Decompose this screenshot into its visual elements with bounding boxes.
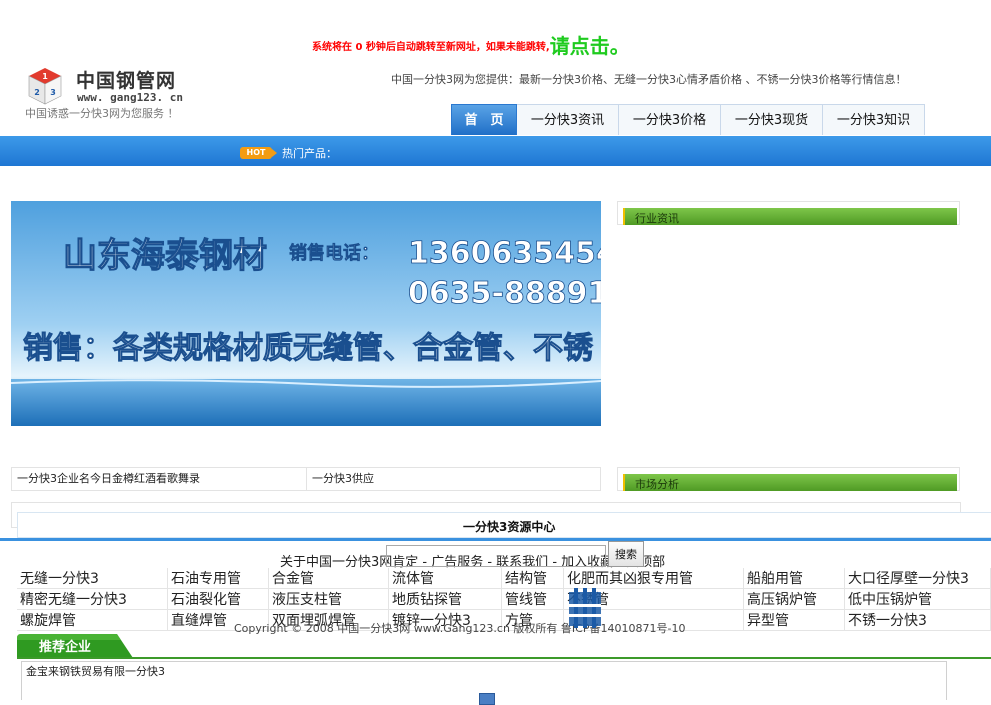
logo-cube-icon: 1 2 3 (28, 68, 62, 105)
site-logo[interactable]: 1 2 3 中国钢管网 www. gang123. cn 中国诱惑一分快3网为您… (24, 64, 199, 124)
product-link[interactable]: 无缝一分快3 (17, 568, 168, 589)
redirect-notice: 系统将在 0 秒钟后自动跳转至新网址，如果未能跳转,请点击。 (312, 30, 630, 59)
search-input[interactable] (386, 545, 606, 567)
redirect-notice-text: 系统将在 0 秒钟后自动跳转至新网址，如果未能跳转, (312, 42, 550, 53)
product-link[interactable]: 低中压锅炉管 (844, 588, 991, 610)
tab-home[interactable]: 首 页 (451, 104, 517, 135)
market-analysis-title[interactable]: 市场分析 (635, 476, 679, 492)
product-link[interactable]: 螺旋焊管 (17, 609, 168, 631)
product-link[interactable]: 不锈一分快3 (844, 609, 991, 631)
banner-phone-1: 13606354546 (408, 236, 601, 271)
copyright-text: Copyright © 2008 中国一分快3网 www.Gang123.cn … (234, 622, 686, 635)
banner-company: 山东海泰钢材 (63, 236, 267, 276)
product-link[interactable]: 合金管 (268, 568, 389, 589)
search-button[interactable]: 搜索 (608, 541, 644, 567)
hot-products-bar: HOT 热门产品： (0, 136, 991, 166)
logo-cube-number-3: 3 (50, 88, 56, 97)
recommend-box: 金宝来钢铁贸易有限一分快3 (21, 661, 947, 705)
supply-left-link[interactable]: 一分快3企业名今日金樽红酒看歌舞录 (17, 468, 200, 490)
redirect-click-link[interactable]: 请点击 (550, 34, 610, 58)
product-link[interactable]: 大口径厚壁一分快3 (844, 568, 991, 589)
icp-badge-icon[interactable] (566, 586, 604, 630)
resource-divider (0, 538, 991, 541)
banner-sales: 销售：各类规格材质无缝管、合金管、不锈 (23, 331, 593, 366)
product-link[interactable]: 石油专用管 (167, 568, 269, 589)
recommend-company-link[interactable]: 金宝来钢铁贸易有限一分快3 (26, 663, 165, 679)
tab-prices[interactable]: 一分快3价格 (619, 104, 721, 135)
supply-right-link[interactable]: 一分快3供应 (312, 468, 374, 490)
product-link[interactable]: 流体管 (388, 568, 502, 589)
recommend-tab[interactable]: 推荐企业 (17, 634, 133, 658)
hot-badge: HOT (240, 147, 277, 159)
tab-knowledge[interactable]: 一分快3知识 (823, 104, 925, 135)
tab-stock[interactable]: 一分快3现货 (721, 104, 823, 135)
product-link[interactable]: 液压支柱管 (268, 588, 389, 610)
product-link[interactable]: 精密无缝一分快3 (17, 588, 168, 610)
tab-news[interactable]: 一分快3资讯 (517, 104, 619, 135)
table-row: 精密无缝一分快3 石油裂化管 液压支柱管 地质钻探管 管线管 不锈管 高压锅炉管… (17, 588, 991, 610)
banner-image: 山东海泰钢材 销售电话： 13606354546 0635-8889148 销售… (11, 201, 601, 426)
product-link[interactable]: 结构管 (501, 568, 564, 589)
resource-header: 一分快3资源中心 (17, 512, 991, 538)
redirect-period: 。 (609, 34, 630, 58)
banner-phone-label: 销售电话： (289, 242, 379, 264)
supply-demand-row: 一分快3企业名今日金樽红酒看歌舞录 一分快3供应 (11, 467, 601, 491)
industry-news-box: 行业资讯 (617, 201, 960, 225)
logo-cube-number-2: 2 (34, 88, 40, 97)
hot-products-label: 热门产品： (282, 147, 337, 160)
supply-divider (306, 468, 307, 490)
banner-phone-2: 0635-8889148 (408, 276, 601, 311)
product-link[interactable]: 异型管 (743, 609, 845, 631)
logo-slogan: 中国诱惑一分快3网为您服务 ！ (25, 107, 179, 120)
product-link[interactable]: 高压锅炉管 (743, 588, 845, 610)
product-link[interactable]: 石油裂化管 (167, 588, 269, 610)
resource-title: 一分快3资源中心 (463, 520, 556, 534)
main-nav: 首 页 一分快3资讯 一分快3价格 一分快3现货 一分快3知识 (451, 104, 925, 136)
recommend-divider (17, 657, 991, 659)
ad-banner[interactable]: 山东海泰钢材 销售电话： 13606354546 0635-8889148 销售… (11, 201, 601, 426)
table-row: 无缝一分快3 石油专用管 合金管 流体管 结构管 化肥而其凶狠专用管 船舶用管 … (17, 568, 991, 589)
industry-news-title[interactable]: 行业资讯 (635, 210, 679, 226)
logo-cube-number-1: 1 (42, 72, 48, 81)
logo-title: 中国钢管网 (76, 70, 177, 92)
logo-url: www. gang123. cn (77, 91, 183, 104)
product-link[interactable]: 管线管 (501, 588, 564, 610)
product-link[interactable]: 船舶用管 (743, 568, 845, 589)
product-link[interactable]: 地质钻探管 (388, 588, 502, 610)
recommend-tab-label: 推荐企业 (39, 639, 91, 655)
market-analysis-box: 市场分析 (617, 467, 960, 491)
pager-icon[interactable] (479, 693, 495, 705)
header-info: 中国一分快3网为您提供：最新一分快3价格、无缝一分快3心情矛盾价格 、不锈一分快… (391, 73, 907, 86)
